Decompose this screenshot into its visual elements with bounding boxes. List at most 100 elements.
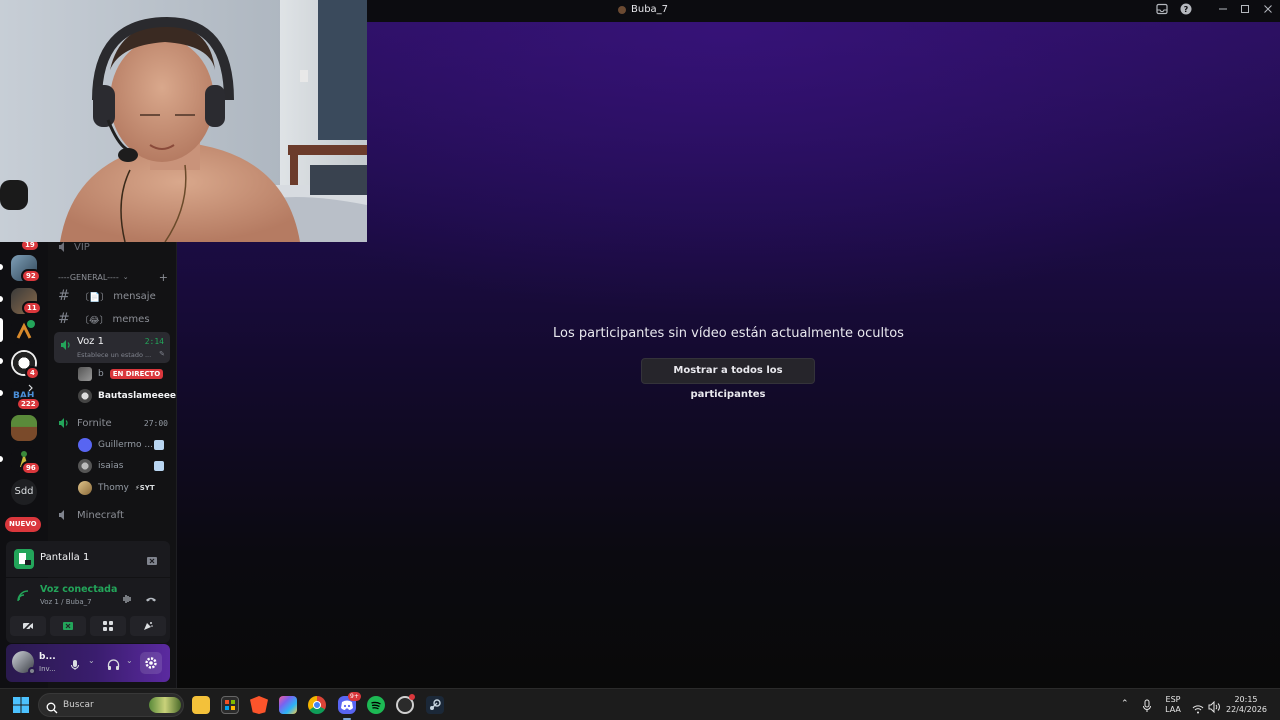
search-highlight-icon — [149, 697, 181, 713]
webcam-video-feed — [0, 0, 367, 242]
voice-member[interactable]: Guillermo ... — [78, 436, 153, 454]
clock[interactable]: 20:15 22/4/2026 — [1226, 695, 1267, 715]
windows-taskbar: Buscar 9+ ⌃ ESP LAA 20:15 22/4/2026 — [0, 688, 1280, 720]
channel-emoji-icon: 〔📄〕 — [80, 292, 110, 303]
status-icon — [154, 440, 164, 450]
new-badge[interactable]: NUEVO — [5, 517, 41, 532]
discord-badge: 9+ — [348, 692, 361, 701]
maximize-icon[interactable] — [1238, 3, 1252, 17]
server-icon-sdd[interactable]: Sdd — [11, 479, 37, 505]
chevron-down-icon: ⌄ — [122, 273, 129, 281]
volume-icon[interactable] — [1208, 698, 1221, 717]
channel-timer: 2:14 — [144, 337, 164, 346]
minimize-icon[interactable] — [1216, 3, 1230, 17]
language-indicator[interactable]: ESP LAA — [1162, 695, 1184, 715]
screen: Los participantes sin vídeo están actual… — [0, 0, 1280, 720]
voice-member[interactable]: Bautaslameeee — [78, 387, 176, 405]
voice-member[interactable]: b EN DIRECTO — [78, 365, 164, 383]
brave-browser-icon[interactable] — [250, 696, 268, 714]
pencil-icon[interactable]: ✎ — [159, 350, 165, 358]
screen-share-icon — [14, 549, 34, 569]
user-panel: b... Inv... ⌄ ⌄ — [6, 644, 170, 682]
channel-memes[interactable]: # 〔😂〕 memes — [58, 309, 174, 329]
microphone-icon[interactable] — [69, 656, 81, 675]
avatar — [78, 481, 92, 495]
voice-connection-panel: Voz conectada Voz 1 / Buba_7 — [6, 578, 170, 643]
voice-location[interactable]: Voz 1 / Buba_7 — [40, 598, 92, 606]
voice-member[interactable]: Thomy ⚡ SYT — [78, 479, 155, 497]
microsoft-store-icon[interactable] — [221, 696, 239, 714]
server-badge: 92 — [21, 269, 41, 283]
soundboard-button[interactable] — [130, 616, 166, 636]
channel-fornite[interactable]: Fornite 27:00 — [58, 413, 174, 433]
speaker-icon — [58, 241, 74, 253]
close-icon[interactable] — [1261, 3, 1275, 17]
signal-icon — [16, 588, 30, 607]
camera-off-button[interactable] — [10, 616, 46, 636]
microphone-tray-icon[interactable] — [1141, 698, 1153, 717]
server-icon[interactable] — [11, 415, 37, 441]
copilot-icon[interactable] — [279, 696, 297, 714]
chevron-down-icon[interactable]: ⌄ — [126, 656, 133, 665]
status-dot — [28, 667, 36, 675]
hidden-participants-message: Los participantes sin vídeo están actual… — [553, 326, 904, 341]
voice-member[interactable]: isaias — [78, 457, 123, 475]
avatar — [78, 367, 92, 381]
chrome-icon[interactable] — [308, 696, 326, 714]
category-general[interactable]: ----GENERAL---- ⌄ + — [58, 267, 174, 287]
help-icon[interactable]: ? — [1179, 3, 1193, 17]
search-icon — [46, 699, 58, 718]
server-badge: 4 — [25, 366, 40, 380]
screen-share-panel: Pantalla 1 — [6, 541, 170, 577]
window-title: Buba_7 — [618, 4, 668, 15]
add-channel-icon[interactable]: + — [159, 271, 168, 284]
status-icon — [154, 461, 164, 471]
chevron-up-icon[interactable]: ⌃ — [1121, 699, 1129, 709]
svg-text:?: ? — [1184, 5, 1189, 14]
speaker-icon — [58, 509, 74, 521]
speaker-icon — [58, 417, 74, 429]
username[interactable]: b... — [39, 652, 56, 662]
user-settings-button[interactable] — [140, 652, 162, 674]
chevron-down-icon[interactable]: ⌄ — [88, 656, 95, 665]
discord-avatar-icon — [78, 438, 92, 452]
noise-suppression-icon[interactable] — [121, 590, 133, 609]
recording-dot — [409, 694, 415, 700]
voice-status[interactable]: Voz conectada — [40, 584, 117, 595]
steam-icon[interactable] — [426, 696, 444, 714]
server-badge: 222 — [16, 397, 41, 411]
spotify-icon[interactable] — [367, 696, 385, 714]
server-avatar-icon — [618, 5, 626, 14]
speaker-icon — [60, 336, 72, 355]
server-badge: 11 — [22, 301, 42, 315]
server-badge: 96 — [21, 461, 41, 475]
show-all-participants-button[interactable]: Mostrar a todos los participantes — [641, 358, 815, 400]
file-explorer-icon[interactable] — [192, 696, 210, 714]
taskbar-search-box[interactable]: Buscar — [38, 693, 184, 717]
hash-icon: # — [58, 288, 70, 304]
channel-voz1[interactable]: Voz 1 2:14 Establece un estado ... ✎ — [54, 332, 170, 363]
avatar — [78, 389, 92, 403]
stop-screen-share-button[interactable] — [50, 616, 86, 636]
stop-share-icon[interactable] — [146, 552, 158, 571]
server-icon[interactable] — [11, 318, 37, 344]
share-title: Pantalla 1 — [40, 552, 90, 563]
avatar — [78, 459, 92, 473]
activities-button[interactable] — [90, 616, 126, 636]
inbox-icon[interactable] — [1155, 3, 1169, 17]
headphones-icon[interactable] — [107, 656, 120, 675]
hash-icon: # — [58, 311, 70, 327]
active-pill — [0, 318, 3, 342]
search-placeholder: Buscar — [63, 700, 94, 710]
clan-tag: SYT — [139, 484, 155, 492]
disconnect-icon[interactable] — [145, 590, 157, 609]
channel-emoji-icon: 〔😂〕 — [80, 315, 109, 326]
channel-status[interactable]: Establece un estado ... — [77, 351, 151, 359]
channel-timer: 27:00 — [143, 418, 168, 428]
wifi-icon[interactable] — [1192, 699, 1204, 718]
channel-mensaje[interactable]: # 〔📄〕 mensaje — [58, 286, 174, 306]
windows-start-icon[interactable] — [13, 697, 29, 717]
user-status: Inv... — [39, 665, 56, 673]
live-badge: EN DIRECTO — [109, 369, 164, 379]
channel-minecraft[interactable]: Minecraft — [58, 505, 174, 525]
